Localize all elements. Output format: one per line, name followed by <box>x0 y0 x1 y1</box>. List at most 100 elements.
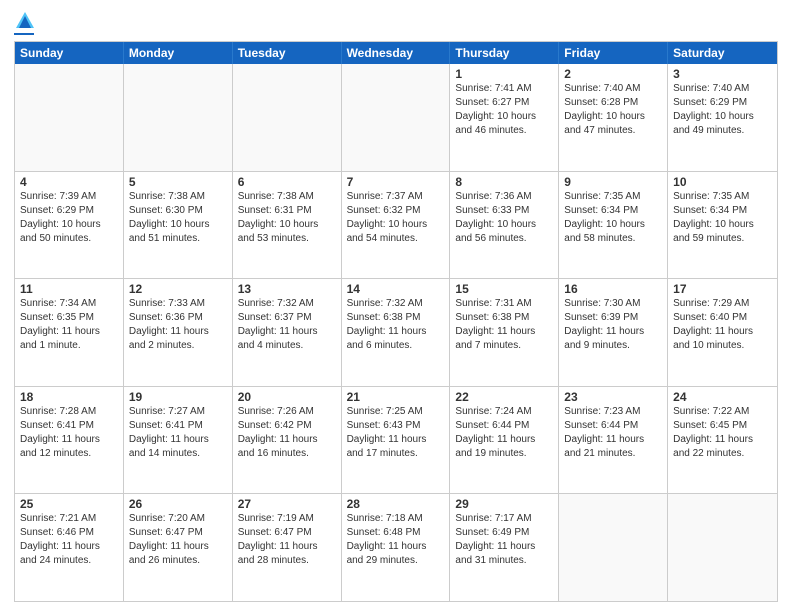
cell-info: Sunrise: 7:40 AM Sunset: 6:28 PM Dayligh… <box>564 82 662 138</box>
day-of-week-header: Wednesday <box>342 42 451 64</box>
day-of-week-header: Saturday <box>668 42 777 64</box>
calendar-cell: 18Sunrise: 7:28 AM Sunset: 6:41 PM Dayli… <box>15 387 124 494</box>
calendar-cell: 5Sunrise: 7:38 AM Sunset: 6:30 PM Daylig… <box>124 172 233 279</box>
page: SundayMondayTuesdayWednesdayThursdayFrid… <box>0 0 792 612</box>
day-number: 11 <box>20 282 118 296</box>
cell-info: Sunrise: 7:20 AM Sunset: 6:47 PM Dayligh… <box>129 512 227 568</box>
calendar-week-row: 18Sunrise: 7:28 AM Sunset: 6:41 PM Dayli… <box>15 386 777 494</box>
cell-info: Sunrise: 7:35 AM Sunset: 6:34 PM Dayligh… <box>673 190 772 246</box>
cell-info: Sunrise: 7:22 AM Sunset: 6:45 PM Dayligh… <box>673 405 772 461</box>
logo-icon <box>16 10 34 32</box>
cell-info: Sunrise: 7:24 AM Sunset: 6:44 PM Dayligh… <box>455 405 553 461</box>
day-of-week-header: Sunday <box>15 42 124 64</box>
day-number: 13 <box>238 282 336 296</box>
calendar-cell: 28Sunrise: 7:18 AM Sunset: 6:48 PM Dayli… <box>342 494 451 601</box>
cell-info: Sunrise: 7:29 AM Sunset: 6:40 PM Dayligh… <box>673 297 772 353</box>
calendar-cell: 23Sunrise: 7:23 AM Sunset: 6:44 PM Dayli… <box>559 387 668 494</box>
day-number: 12 <box>129 282 227 296</box>
day-number: 8 <box>455 175 553 189</box>
day-of-week-header: Friday <box>559 42 668 64</box>
day-number: 23 <box>564 390 662 404</box>
day-number: 21 <box>347 390 445 404</box>
day-number: 15 <box>455 282 553 296</box>
day-number: 1 <box>455 67 553 81</box>
day-number: 7 <box>347 175 445 189</box>
logo <box>14 10 34 35</box>
calendar-cell: 29Sunrise: 7:17 AM Sunset: 6:49 PM Dayli… <box>450 494 559 601</box>
day-number: 27 <box>238 497 336 511</box>
calendar-cell: 16Sunrise: 7:30 AM Sunset: 6:39 PM Dayli… <box>559 279 668 386</box>
day-number: 4 <box>20 175 118 189</box>
cell-info: Sunrise: 7:17 AM Sunset: 6:49 PM Dayligh… <box>455 512 553 568</box>
day-number: 20 <box>238 390 336 404</box>
cell-info: Sunrise: 7:34 AM Sunset: 6:35 PM Dayligh… <box>20 297 118 353</box>
calendar-cell: 4Sunrise: 7:39 AM Sunset: 6:29 PM Daylig… <box>15 172 124 279</box>
calendar-header: SundayMondayTuesdayWednesdayThursdayFrid… <box>15 42 777 64</box>
cell-info: Sunrise: 7:40 AM Sunset: 6:29 PM Dayligh… <box>673 82 772 138</box>
calendar-week-row: 1Sunrise: 7:41 AM Sunset: 6:27 PM Daylig… <box>15 64 777 171</box>
calendar-cell: 22Sunrise: 7:24 AM Sunset: 6:44 PM Dayli… <box>450 387 559 494</box>
calendar-cell: 11Sunrise: 7:34 AM Sunset: 6:35 PM Dayli… <box>15 279 124 386</box>
cell-info: Sunrise: 7:36 AM Sunset: 6:33 PM Dayligh… <box>455 190 553 246</box>
calendar-cell: 8Sunrise: 7:36 AM Sunset: 6:33 PM Daylig… <box>450 172 559 279</box>
calendar-cell: 15Sunrise: 7:31 AM Sunset: 6:38 PM Dayli… <box>450 279 559 386</box>
cell-info: Sunrise: 7:38 AM Sunset: 6:30 PM Dayligh… <box>129 190 227 246</box>
day-number: 14 <box>347 282 445 296</box>
day-number: 16 <box>564 282 662 296</box>
cell-info: Sunrise: 7:25 AM Sunset: 6:43 PM Dayligh… <box>347 405 445 461</box>
logo-underline <box>14 33 34 35</box>
calendar-cell: 7Sunrise: 7:37 AM Sunset: 6:32 PM Daylig… <box>342 172 451 279</box>
cell-info: Sunrise: 7:38 AM Sunset: 6:31 PM Dayligh… <box>238 190 336 246</box>
calendar-cell: 24Sunrise: 7:22 AM Sunset: 6:45 PM Dayli… <box>668 387 777 494</box>
cell-info: Sunrise: 7:32 AM Sunset: 6:37 PM Dayligh… <box>238 297 336 353</box>
day-number: 22 <box>455 390 553 404</box>
calendar-cell <box>668 494 777 601</box>
cell-info: Sunrise: 7:18 AM Sunset: 6:48 PM Dayligh… <box>347 512 445 568</box>
calendar-cell: 2Sunrise: 7:40 AM Sunset: 6:28 PM Daylig… <box>559 64 668 171</box>
day-of-week-header: Thursday <box>450 42 559 64</box>
day-number: 29 <box>455 497 553 511</box>
day-number: 9 <box>564 175 662 189</box>
calendar: SundayMondayTuesdayWednesdayThursdayFrid… <box>14 41 778 602</box>
day-number: 28 <box>347 497 445 511</box>
header <box>14 10 778 35</box>
cell-info: Sunrise: 7:41 AM Sunset: 6:27 PM Dayligh… <box>455 82 553 138</box>
calendar-cell: 26Sunrise: 7:20 AM Sunset: 6:47 PM Dayli… <box>124 494 233 601</box>
calendar-cell: 6Sunrise: 7:38 AM Sunset: 6:31 PM Daylig… <box>233 172 342 279</box>
calendar-week-row: 25Sunrise: 7:21 AM Sunset: 6:46 PM Dayli… <box>15 493 777 601</box>
day-number: 24 <box>673 390 772 404</box>
calendar-cell: 9Sunrise: 7:35 AM Sunset: 6:34 PM Daylig… <box>559 172 668 279</box>
day-number: 19 <box>129 390 227 404</box>
calendar-cell: 12Sunrise: 7:33 AM Sunset: 6:36 PM Dayli… <box>124 279 233 386</box>
cell-info: Sunrise: 7:26 AM Sunset: 6:42 PM Dayligh… <box>238 405 336 461</box>
calendar-cell <box>233 64 342 171</box>
cell-info: Sunrise: 7:33 AM Sunset: 6:36 PM Dayligh… <box>129 297 227 353</box>
cell-info: Sunrise: 7:32 AM Sunset: 6:38 PM Dayligh… <box>347 297 445 353</box>
calendar-week-row: 11Sunrise: 7:34 AM Sunset: 6:35 PM Dayli… <box>15 278 777 386</box>
cell-info: Sunrise: 7:30 AM Sunset: 6:39 PM Dayligh… <box>564 297 662 353</box>
calendar-cell: 3Sunrise: 7:40 AM Sunset: 6:29 PM Daylig… <box>668 64 777 171</box>
day-number: 3 <box>673 67 772 81</box>
cell-info: Sunrise: 7:35 AM Sunset: 6:34 PM Dayligh… <box>564 190 662 246</box>
day-number: 10 <box>673 175 772 189</box>
calendar-cell <box>124 64 233 171</box>
day-number: 6 <box>238 175 336 189</box>
calendar-cell: 27Sunrise: 7:19 AM Sunset: 6:47 PM Dayli… <box>233 494 342 601</box>
calendar-body: 1Sunrise: 7:41 AM Sunset: 6:27 PM Daylig… <box>15 64 777 601</box>
cell-info: Sunrise: 7:37 AM Sunset: 6:32 PM Dayligh… <box>347 190 445 246</box>
day-number: 18 <box>20 390 118 404</box>
cell-info: Sunrise: 7:19 AM Sunset: 6:47 PM Dayligh… <box>238 512 336 568</box>
cell-info: Sunrise: 7:28 AM Sunset: 6:41 PM Dayligh… <box>20 405 118 461</box>
day-number: 2 <box>564 67 662 81</box>
calendar-cell: 19Sunrise: 7:27 AM Sunset: 6:41 PM Dayli… <box>124 387 233 494</box>
day-of-week-header: Monday <box>124 42 233 64</box>
calendar-cell: 25Sunrise: 7:21 AM Sunset: 6:46 PM Dayli… <box>15 494 124 601</box>
cell-info: Sunrise: 7:21 AM Sunset: 6:46 PM Dayligh… <box>20 512 118 568</box>
calendar-cell <box>15 64 124 171</box>
cell-info: Sunrise: 7:27 AM Sunset: 6:41 PM Dayligh… <box>129 405 227 461</box>
day-number: 5 <box>129 175 227 189</box>
calendar-week-row: 4Sunrise: 7:39 AM Sunset: 6:29 PM Daylig… <box>15 171 777 279</box>
calendar-cell <box>342 64 451 171</box>
calendar-cell: 1Sunrise: 7:41 AM Sunset: 6:27 PM Daylig… <box>450 64 559 171</box>
day-of-week-header: Tuesday <box>233 42 342 64</box>
